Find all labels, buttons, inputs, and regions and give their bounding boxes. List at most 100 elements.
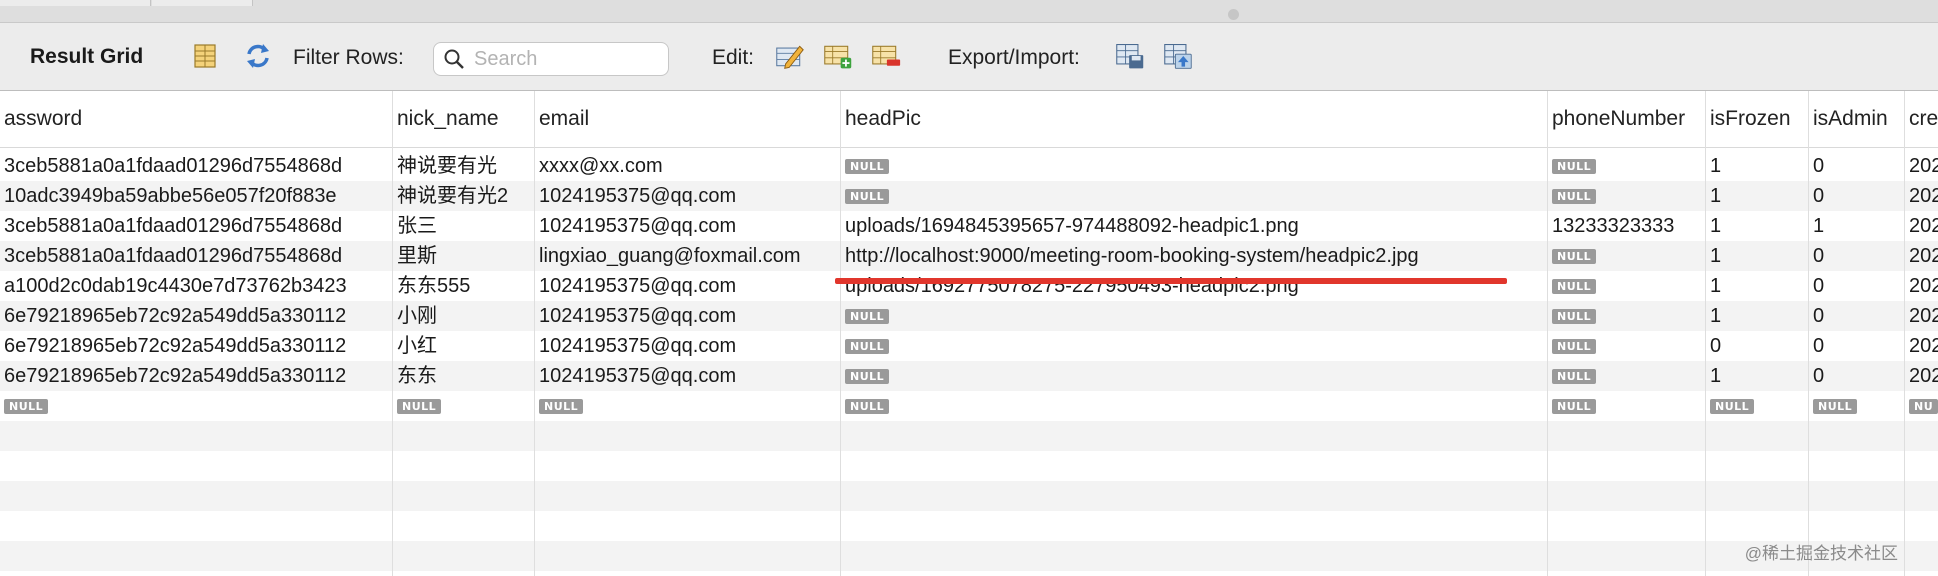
headpic-cell[interactable]: uploads/1692775078275-227950493-headpic2… — [841, 271, 1547, 301]
edit-cell-icon[interactable] — [775, 41, 805, 71]
password-cell[interactable]: 10adc3949ba59abbe56e057f20f883e — [0, 181, 392, 211]
headpic-cell[interactable]: uploads/1694845395657-974488092-headpic1… — [841, 211, 1547, 241]
is-admin-cell[interactable]: 0 — [1809, 151, 1904, 181]
is-admin-cell[interactable]: 0 — [1809, 181, 1904, 211]
create-time-cell[interactable]: 202 — [1905, 181, 1938, 211]
table-row[interactable]: a100d2c0dab19c4430e7d73762b3423 东东555 1024… — [0, 271, 1938, 301]
password-cell[interactable]: 3ceb5881a0a1fdaad01296d7554868d — [0, 151, 392, 181]
import-icon[interactable] — [1163, 41, 1193, 71]
password-cell[interactable]: 3ceb5881a0a1fdaad01296d7554868d — [0, 241, 392, 271]
phone-number-cell[interactable]: NULL — [1548, 301, 1705, 331]
is-frozen-cell[interactable]: 1 — [1706, 271, 1808, 301]
table-row[interactable]: 3ceb5881a0a1fdaad01296d7554868d 神说要有光 xxxx… — [0, 151, 1938, 181]
nick-name-cell[interactable]: 里斯 — [393, 241, 534, 271]
column-header-headpic[interactable]: headPic — [841, 91, 1547, 147]
email-cell[interactable]: 1024195375@qq.com — [535, 301, 840, 331]
nick-name-cell[interactable]: 张三 — [393, 211, 534, 241]
column-header-nick-name[interactable]: nick_name — [393, 91, 534, 147]
password-cell[interactable]: a100d2c0dab19c4430e7d73762b3423 — [0, 271, 392, 301]
search-input[interactable] — [474, 47, 654, 71]
nick-name-cell[interactable]: 小刚 — [393, 301, 534, 331]
create-time-cell[interactable]: 202 — [1905, 211, 1938, 241]
create-time-cell[interactable]: NU — [1905, 391, 1938, 421]
column-header-is-frozen[interactable]: isFrozen — [1706, 91, 1808, 147]
create-time-cell[interactable]: 202 — [1905, 241, 1938, 271]
table-row[interactable]: 3ceb5881a0a1fdaad01296d7554868d 张三 1024195… — [0, 211, 1938, 241]
email-cell[interactable]: lingxiao_guang@foxmail.com — [535, 241, 840, 271]
is-frozen-cell[interactable]: NULL — [1706, 391, 1808, 421]
phone-number-cell[interactable]: NULL — [1548, 361, 1705, 391]
empty-table-row[interactable] — [0, 451, 1938, 481]
create-time-cell[interactable]: 202 — [1905, 361, 1938, 391]
is-frozen-cell[interactable]: 1 — [1706, 151, 1808, 181]
nick-name-cell[interactable]: 神说要有光 — [393, 151, 534, 181]
headpic-cell[interactable]: NULL — [841, 391, 1547, 421]
is-admin-cell[interactable]: 0 — [1809, 301, 1904, 331]
editor-tab[interactable] — [0, 0, 151, 6]
is-frozen-cell[interactable]: 0 — [1706, 331, 1808, 361]
is-frozen-cell[interactable]: 1 — [1706, 211, 1808, 241]
password-cell[interactable]: NULL — [0, 391, 392, 421]
phone-number-cell[interactable]: 13233323333 — [1548, 211, 1705, 241]
email-cell[interactable]: NULL — [535, 391, 840, 421]
refresh-icon[interactable] — [243, 41, 273, 71]
headpic-cell[interactable]: NULL — [841, 331, 1547, 361]
phone-number-cell[interactable]: NULL — [1548, 391, 1705, 421]
phone-number-cell[interactable]: NULL — [1548, 181, 1705, 211]
password-cell[interactable]: 6e79218965eb72c92a549dd5a330112 — [0, 301, 392, 331]
password-cell[interactable]: 6e79218965eb72c92a549dd5a330112 — [0, 361, 392, 391]
delete-row-icon[interactable] — [871, 41, 901, 71]
is-frozen-cell[interactable]: 1 — [1706, 301, 1808, 331]
is-admin-cell[interactable]: 0 — [1809, 361, 1904, 391]
email-cell[interactable]: 1024195375@qq.com — [535, 361, 840, 391]
filter-rows-search[interactable] — [433, 42, 669, 76]
email-cell[interactable]: 1024195375@qq.com — [535, 211, 840, 241]
nick-name-cell[interactable]: 东东555 — [393, 271, 534, 301]
create-time-cell[interactable]: 202 — [1905, 271, 1938, 301]
phone-number-cell[interactable]: NULL — [1548, 151, 1705, 181]
is-admin-cell[interactable]: 0 — [1809, 241, 1904, 271]
grid-layout-icon[interactable] — [190, 41, 220, 71]
empty-table-row[interactable] — [0, 511, 1938, 541]
table-row[interactable]: 10adc3949ba59abbe56e057f20f883e 神说要有光2 102… — [0, 181, 1938, 211]
headpic-cell[interactable]: NULL — [841, 151, 1547, 181]
is-admin-cell[interactable]: 0 — [1809, 271, 1904, 301]
phone-number-cell[interactable]: NULL — [1548, 271, 1705, 301]
empty-table-row[interactable] — [0, 481, 1938, 511]
column-header-is-admin[interactable]: isAdmin — [1809, 91, 1904, 147]
empty-table-row[interactable] — [0, 541, 1938, 571]
is-frozen-cell[interactable]: 1 — [1706, 181, 1808, 211]
is-admin-cell[interactable]: 0 — [1809, 331, 1904, 361]
headpic-cell[interactable]: NULL — [841, 301, 1547, 331]
is-admin-cell[interactable]: NULL — [1809, 391, 1904, 421]
table-row[interactable]: NULL NULL NULL NULL NULL NULL NULL NU — [0, 391, 1938, 421]
email-cell[interactable]: xxxx@xx.com — [535, 151, 840, 181]
nick-name-cell[interactable]: 神说要有光2 — [393, 181, 534, 211]
create-time-cell[interactable]: 202 — [1905, 331, 1938, 361]
email-cell[interactable]: 1024195375@qq.com — [535, 181, 840, 211]
column-header-email[interactable]: email — [535, 91, 840, 147]
password-cell[interactable]: 6e79218965eb72c92a549dd5a330112 — [0, 331, 392, 361]
phone-number-cell[interactable]: NULL — [1548, 331, 1705, 361]
nick-name-cell[interactable]: NULL — [393, 391, 534, 421]
column-header-create-time[interactable]: cre — [1905, 91, 1938, 147]
add-row-icon[interactable] — [823, 41, 853, 71]
create-time-cell[interactable]: 202 — [1905, 151, 1938, 181]
headpic-cell[interactable]: NULL — [841, 361, 1547, 391]
table-row[interactable]: 3ceb5881a0a1fdaad01296d7554868d 里斯 lingxia… — [0, 241, 1938, 271]
column-header-password[interactable]: assword — [0, 91, 392, 147]
headpic-cell[interactable]: NULL — [841, 181, 1547, 211]
create-time-cell[interactable]: 202 — [1905, 301, 1938, 331]
nick-name-cell[interactable]: 小红 — [393, 331, 534, 361]
column-header-phone-number[interactable]: phoneNumber — [1548, 91, 1705, 147]
empty-table-row[interactable] — [0, 421, 1938, 451]
table-row[interactable]: 6e79218965eb72c92a549dd5a330112 东东 1024195… — [0, 361, 1938, 391]
is-frozen-cell[interactable]: 1 — [1706, 241, 1808, 271]
is-admin-cell[interactable]: 1 — [1809, 211, 1904, 241]
table-row[interactable]: 6e79218965eb72c92a549dd5a330112 小刚 1024195… — [0, 301, 1938, 331]
password-cell[interactable]: 3ceb5881a0a1fdaad01296d7554868d — [0, 211, 392, 241]
export-icon[interactable] — [1115, 41, 1145, 71]
phone-number-cell[interactable]: NULL — [1548, 241, 1705, 271]
email-cell[interactable]: 1024195375@qq.com — [535, 331, 840, 361]
editor-tab[interactable] — [152, 0, 253, 6]
